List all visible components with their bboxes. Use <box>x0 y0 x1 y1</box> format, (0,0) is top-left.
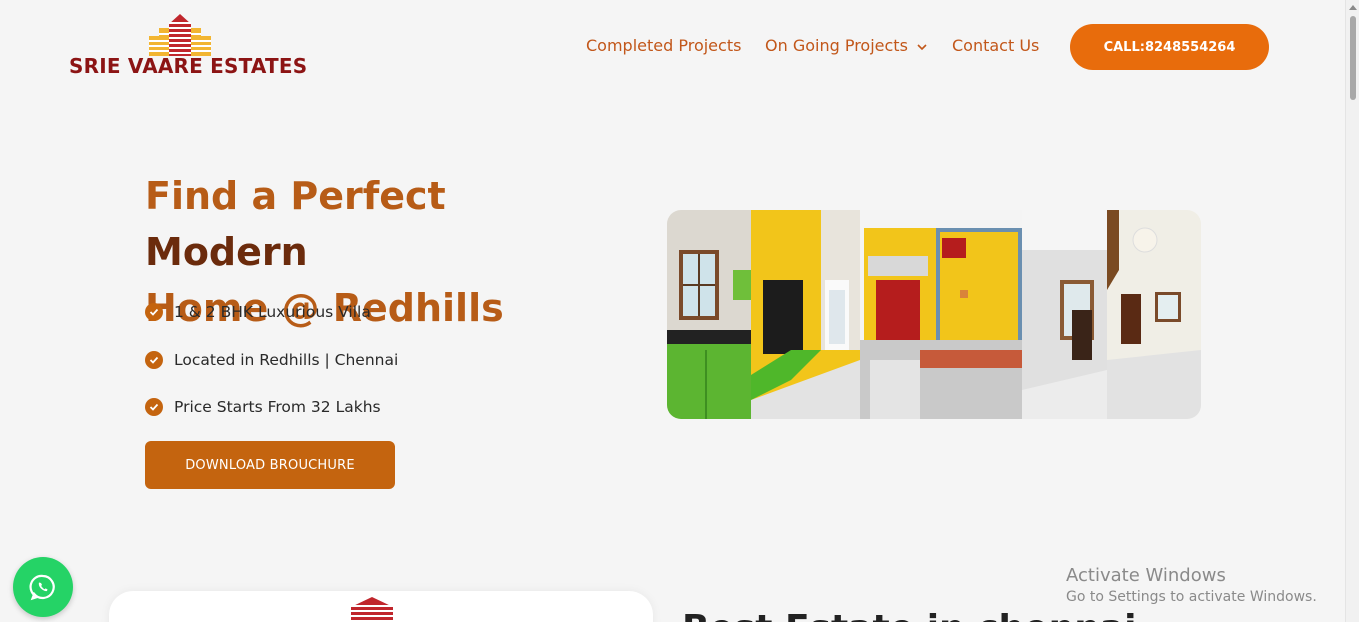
building-logo-icon <box>149 14 211 56</box>
feature-list: 1 & 2 BHK Luxurious Villa Located in Red… <box>145 300 398 443</box>
site-header: SRIE VAARE ESTATES Completed Projects On… <box>0 0 1345 100</box>
whatsapp-button[interactable] <box>13 557 73 617</box>
check-circle-icon <box>145 303 163 321</box>
check-circle-icon <box>145 350 163 369</box>
brand-name: SRIE VAARE ESTATES <box>69 54 308 78</box>
scroll-up-arrow-icon[interactable] <box>1349 5 1357 10</box>
activate-windows-subtitle: Go to Settings to activate Windows. <box>1066 589 1317 605</box>
house-exterior-photo <box>860 210 1022 419</box>
building-logo-icon <box>351 597 393 622</box>
living-room-photo <box>751 210 860 419</box>
nav-completed-projects[interactable]: Completed Projects <box>586 36 741 55</box>
nav-ongoing-projects-label: On Going Projects <box>765 36 908 55</box>
about-card <box>109 591 653 622</box>
chevron-down-icon <box>917 43 927 50</box>
hero-title-part1: Find a Perfect <box>145 174 446 218</box>
nav-contact-us[interactable]: Contact Us <box>952 36 1039 55</box>
kitchen-photo <box>667 210 751 419</box>
hero-title-part2: Modern <box>145 230 308 274</box>
property-photo-collage <box>667 210 1201 419</box>
list-item: Located in Redhills | Chennai <box>145 348 398 372</box>
download-brochure-button[interactable]: DOWNLOAD BROUCHURE <box>145 441 395 489</box>
bedroom-photo <box>1022 210 1107 419</box>
check-circle-icon <box>145 398 163 416</box>
scroll-thumb[interactable] <box>1350 16 1356 100</box>
activate-windows-watermark: Activate Windows Go to Settings to activ… <box>1066 565 1317 605</box>
feature-text: 1 & 2 BHK Luxurious Villa <box>174 303 371 321</box>
brand-logo[interactable]: SRIE VAARE ESTATES <box>69 14 307 80</box>
activate-windows-title: Activate Windows <box>1066 565 1226 586</box>
page-scrollbar[interactable] <box>1345 0 1359 622</box>
nav-ongoing-projects[interactable]: On Going Projects <box>765 36 928 55</box>
feature-text: Price Starts From 32 Lakhs <box>174 398 381 416</box>
whatsapp-icon <box>29 574 55 601</box>
feature-text: Located in Redhills | Chennai <box>174 350 399 369</box>
call-button[interactable]: CALL:8248554264 <box>1070 24 1269 70</box>
list-item: 1 & 2 BHK Luxurious Villa <box>145 300 398 324</box>
section-heading: Best Estate in chennai <box>682 608 1136 622</box>
list-item: Price Starts From 32 Lakhs <box>145 395 398 419</box>
hall-photo <box>1107 210 1201 419</box>
